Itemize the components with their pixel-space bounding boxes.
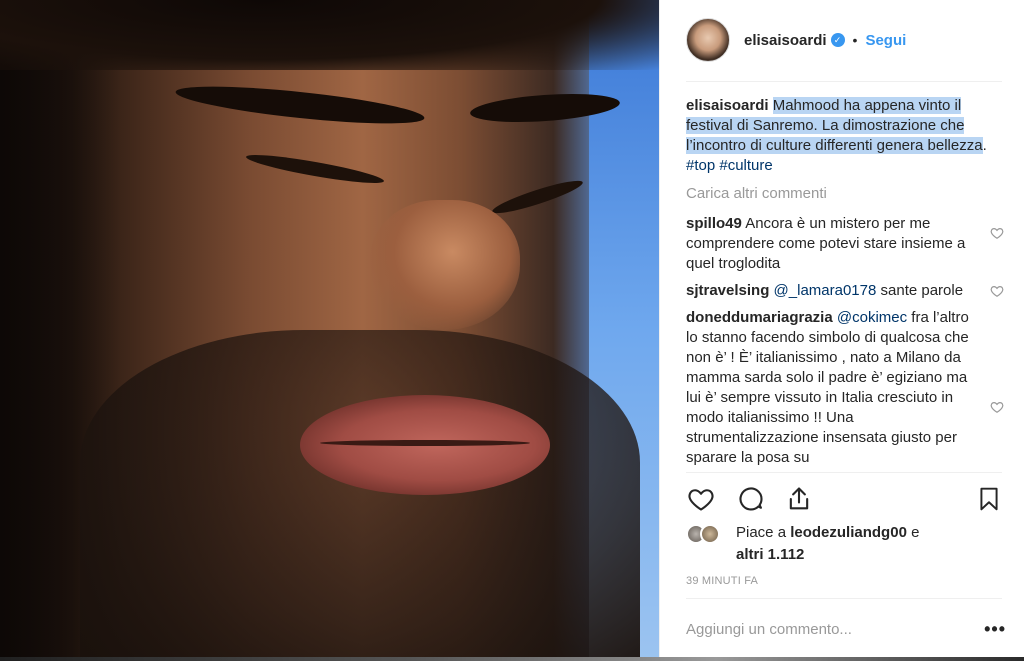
bottom-edge xyxy=(0,657,1024,661)
header-separator: • xyxy=(852,32,858,48)
comment-item: spillo49 Ancora è un mistero per me comp… xyxy=(686,214,1006,274)
post-panel: elisaisoardi ✓ • Segui elisaisoardi Mahm… xyxy=(659,0,1024,661)
photo-lip-line xyxy=(320,440,530,446)
load-more-comments-button[interactable]: Carica altri commenti xyxy=(686,184,1006,204)
post-timestamp[interactable]: 39 MINUTI FA xyxy=(686,575,758,587)
photo-nose xyxy=(370,200,520,330)
header-username[interactable]: elisaisoardi xyxy=(744,32,827,49)
photo-eye-right xyxy=(490,175,585,219)
share-icon[interactable] xyxy=(785,485,813,513)
comment-icon[interactable] xyxy=(737,485,765,513)
liker-avatars[interactable] xyxy=(686,522,730,546)
comment-username[interactable]: doneddumariagrazia xyxy=(686,309,833,326)
hashtag-top[interactable]: #top xyxy=(686,157,715,174)
comments-list[interactable]: elisaisoardi Mahmood ha appena vinto il … xyxy=(686,96,1006,470)
avatar[interactable] xyxy=(686,18,730,62)
photo-beard xyxy=(80,330,640,661)
comment-text: fra l’altro lo stanno facendo simbolo di… xyxy=(686,309,969,466)
likes-text: Piace a leodezuliandg00 e altri 1.112 xyxy=(736,522,919,566)
add-comment-bar: Aggiungi un commento... ••• xyxy=(686,617,1006,641)
comment-input-divider xyxy=(686,598,1002,599)
post-photo[interactable] xyxy=(0,0,659,661)
photo-hair xyxy=(0,0,659,70)
liker-avatar xyxy=(700,524,720,544)
comment-username[interactable]: sjtravelsing xyxy=(686,282,769,299)
likes-joiner: e xyxy=(911,524,920,541)
caption-trailing: . xyxy=(982,137,987,154)
comment-username[interactable]: spillo49 xyxy=(686,215,742,232)
post-header: elisaisoardi ✓ • Segui xyxy=(660,0,1024,80)
more-options-icon[interactable]: ••• xyxy=(984,619,1006,640)
comment-item: doneddumariagrazia @cokimec fra l’altro … xyxy=(686,308,1006,468)
comment-mention[interactable]: @cokimec xyxy=(837,309,907,326)
bookmark-icon[interactable] xyxy=(976,485,1002,513)
photo-eyebrow-left xyxy=(174,79,426,131)
likes-others[interactable]: altri 1.112 xyxy=(736,546,804,563)
likes-prefix: Piace a xyxy=(736,524,787,541)
heart-icon[interactable] xyxy=(687,485,715,513)
comment-like-heart-icon[interactable] xyxy=(990,400,1004,414)
comment-text: sante parole xyxy=(880,282,964,299)
comment-item: sjtravelsing @_lamara0178 sante parole xyxy=(686,281,1006,301)
header-divider xyxy=(686,81,1002,82)
likes-summary: Piace a leodezuliandg00 e altri 1.112 xyxy=(686,522,1006,566)
verified-badge-icon: ✓ xyxy=(830,33,845,47)
hashtag-culture[interactable]: #culture xyxy=(719,157,772,174)
comment-like-heart-icon[interactable] xyxy=(990,226,1004,240)
comment-like-heart-icon[interactable] xyxy=(990,284,1004,298)
actions-divider xyxy=(686,472,1002,473)
comment-mention[interactable]: @_lamara0178 xyxy=(774,282,877,299)
photo-eye-left xyxy=(244,149,386,189)
likes-user[interactable]: leodezuliandg00 xyxy=(790,524,907,541)
caption: elisaisoardi Mahmood ha appena vinto il … xyxy=(686,96,1006,176)
follow-button[interactable]: Segui xyxy=(865,32,906,49)
action-bar xyxy=(660,475,1024,523)
comment-input[interactable]: Aggiungi un commento... xyxy=(686,621,852,638)
caption-username[interactable]: elisaisoardi xyxy=(686,97,769,114)
